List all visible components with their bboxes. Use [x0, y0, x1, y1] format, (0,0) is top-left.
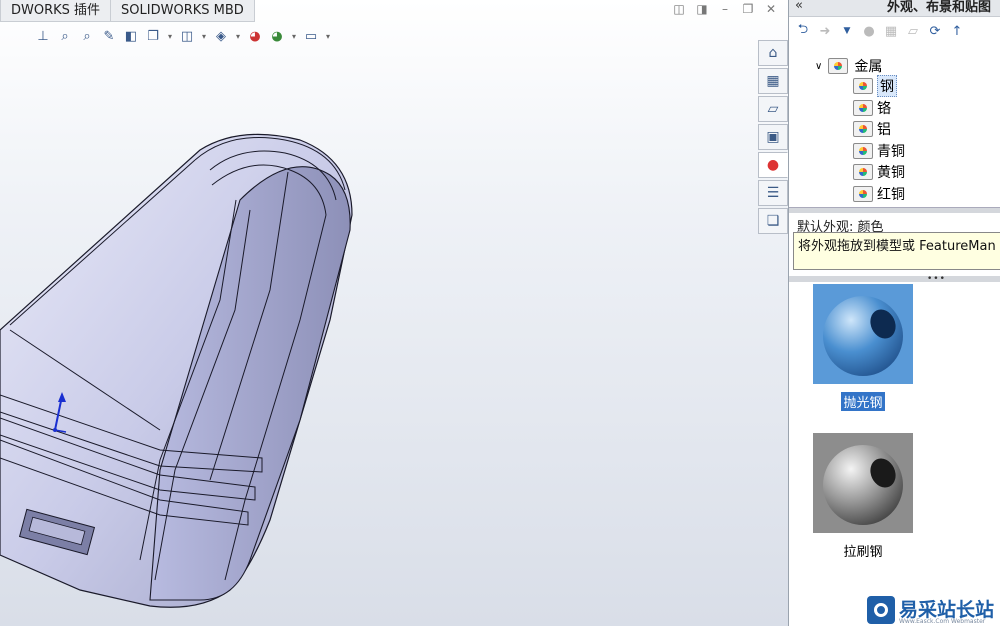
forward-icon[interactable]: ➜ — [817, 23, 833, 39]
file-explorer-icon[interactable]: ▱ — [758, 96, 788, 122]
splitter-grip-icon[interactable]: ••• — [927, 274, 946, 284]
tree-item-label: 铬 — [877, 101, 891, 117]
zoom-area-icon[interactable]: ⌕ — [78, 27, 96, 45]
folder-icon — [853, 164, 873, 180]
hide-show-icon[interactable]: ◈ — [212, 27, 230, 45]
tree-item-brass[interactable]: 黄铜 — [853, 162, 905, 182]
previous-view-icon[interactable]: ✎ — [100, 27, 118, 45]
tree-item-aluminum[interactable]: 铝 — [853, 119, 891, 139]
up-icon[interactable]: ↑ — [949, 23, 965, 39]
dropdown-icon[interactable]: ▼ — [839, 23, 855, 39]
view-orientation-icon[interactable]: ⊥ — [34, 27, 52, 45]
chevron-down-icon[interactable]: ▾ — [290, 32, 298, 41]
watermark-subtext: Www.Easck.Com Webmaster — [899, 618, 986, 625]
section-view-icon[interactable]: ◧ — [122, 27, 140, 45]
swatch-brushed-steel[interactable]: 拉刷钢 — [813, 433, 913, 560]
polished-steel-thumbnail — [813, 284, 913, 384]
tree-item-label: 黄铜 — [877, 165, 905, 181]
folder-icon[interactable]: ▱ — [905, 23, 921, 39]
tree-root-metals[interactable]: ∨ 金属 — [815, 56, 882, 76]
brushed-steel-thumbnail — [813, 433, 913, 533]
appearance-tree: ∨ 金属 钢 铬 铝 青铜 黄铜 红铜 — [789, 52, 1000, 204]
pane-splitter[interactable] — [789, 207, 1000, 213]
chevron-down-icon[interactable]: ▾ — [166, 32, 174, 41]
3d-model[interactable] — [0, 0, 788, 626]
tab-mbd[interactable]: SOLIDWORKS MBD — [110, 0, 255, 22]
command-manager-tabs: DWORKS 插件 SOLIDWORKS MBD — [0, 0, 255, 22]
home-icon[interactable]: ⌂ — [758, 40, 788, 66]
tree-item-bronze[interactable]: 青铜 — [853, 141, 905, 161]
swatch-polished-steel[interactable]: 抛光钢 — [813, 284, 913, 411]
folder-icon — [853, 143, 873, 159]
heads-up-view-toolbar: ⊥ ⌕ ⌕ ✎ ◧ ❐ ▾ ◫ ▾ ◈ ▾ ◕ ◕ ▾ ▭ ▾ — [34, 25, 332, 47]
drag-hint-tooltip: 将外观拖放到模型或 FeatureMan — [793, 232, 1000, 270]
view-settings-icon[interactable]: ▭ — [302, 27, 320, 45]
tree-item-steel[interactable]: 钢 — [853, 75, 897, 97]
task-pane-tabs: ⌂ ▦ ▱ ▣ ● ☰ ❏ — [758, 40, 788, 234]
folder-icon — [853, 100, 873, 116]
watermark-logo-icon — [867, 596, 895, 624]
view-cube-icon[interactable]: ◫ — [178, 27, 196, 45]
tree-item-label: 红铜 — [877, 187, 905, 203]
edit-appearance-icon[interactable]: ◕ — [246, 27, 264, 45]
folder-icon — [853, 121, 873, 137]
window-controls: ◫ ◨ – ❐ ✕ — [672, 2, 778, 16]
restore-icon[interactable]: ◫ — [672, 2, 686, 16]
tree-item-label: 钢 — [877, 75, 897, 97]
appearance-icon[interactable]: ● — [861, 23, 877, 39]
watermark-text: 易采站长站 — [899, 599, 995, 621]
chevron-down-icon[interactable]: ▾ — [324, 32, 332, 41]
tree-root-label: 金属 — [854, 59, 883, 75]
apply-scene-icon[interactable]: ◕ — [268, 27, 286, 45]
minimize-icon[interactable]: – — [718, 2, 732, 16]
collapse-pane-button[interactable]: « — [795, 0, 803, 13]
swatch-label: 抛光钢 — [841, 392, 885, 411]
folder-icon — [828, 58, 849, 74]
view-palette-icon[interactable]: ▣ — [758, 124, 788, 150]
graphics-area[interactable]: DWORKS 插件 SOLIDWORKS MBD ⊥ ⌕ ⌕ ✎ ◧ ❐ ▾ ◫… — [0, 0, 788, 626]
tree-item-copper[interactable]: 红铜 — [853, 184, 905, 204]
pane-splitter[interactable] — [789, 276, 1000, 282]
watermark: 易采站长站 Www.Easck.Com Webmaster — [865, 594, 1000, 626]
appearances-icon[interactable]: ● — [758, 152, 788, 178]
tab-addins[interactable]: DWORKS 插件 — [0, 0, 112, 22]
design-library-icon[interactable]: ▦ — [758, 68, 788, 94]
pane-title: 外观、布景和贴图 — [886, 0, 991, 15]
folder-icon — [853, 78, 873, 94]
zoom-to-fit-icon[interactable]: ⌕ — [56, 27, 74, 45]
tile-icon[interactable]: ◨ — [695, 2, 709, 16]
tree-item-label: 青铜 — [877, 144, 905, 160]
chevron-down-icon[interactable]: ▾ — [200, 32, 208, 41]
refresh-icon[interactable]: ⟳ — [927, 23, 943, 39]
back-icon[interactable]: ⮌ — [795, 22, 811, 39]
appearances-task-pane: « 外观、布景和贴图 ⮌ ➜ ▼ ● ▦ ▱ ⟳ ↑ ∨ 金属 钢 铬 铝 青铜… — [788, 0, 1000, 626]
folder-icon — [853, 186, 873, 202]
tree-item-chrome[interactable]: 铬 — [853, 98, 891, 118]
chevron-down-icon[interactable]: ∨ — [815, 61, 822, 72]
swatch-label: 拉刷钢 — [843, 545, 883, 560]
display-style-icon[interactable]: ❐ — [144, 27, 162, 45]
maximize-icon[interactable]: ❐ — [741, 2, 755, 16]
tree-item-label: 铝 — [877, 122, 891, 138]
forum-icon[interactable]: ❏ — [758, 208, 788, 234]
model-icon[interactable]: ▦ — [883, 23, 899, 39]
close-icon[interactable]: ✕ — [764, 2, 778, 16]
custom-properties-icon[interactable]: ☰ — [758, 180, 788, 206]
pane-nav-toolbar: ⮌ ➜ ▼ ● ▦ ▱ ⟳ ↑ — [789, 17, 1000, 45]
pane-header: « 外观、布景和贴图 — [789, 0, 1000, 17]
chevron-down-icon[interactable]: ▾ — [234, 32, 242, 41]
